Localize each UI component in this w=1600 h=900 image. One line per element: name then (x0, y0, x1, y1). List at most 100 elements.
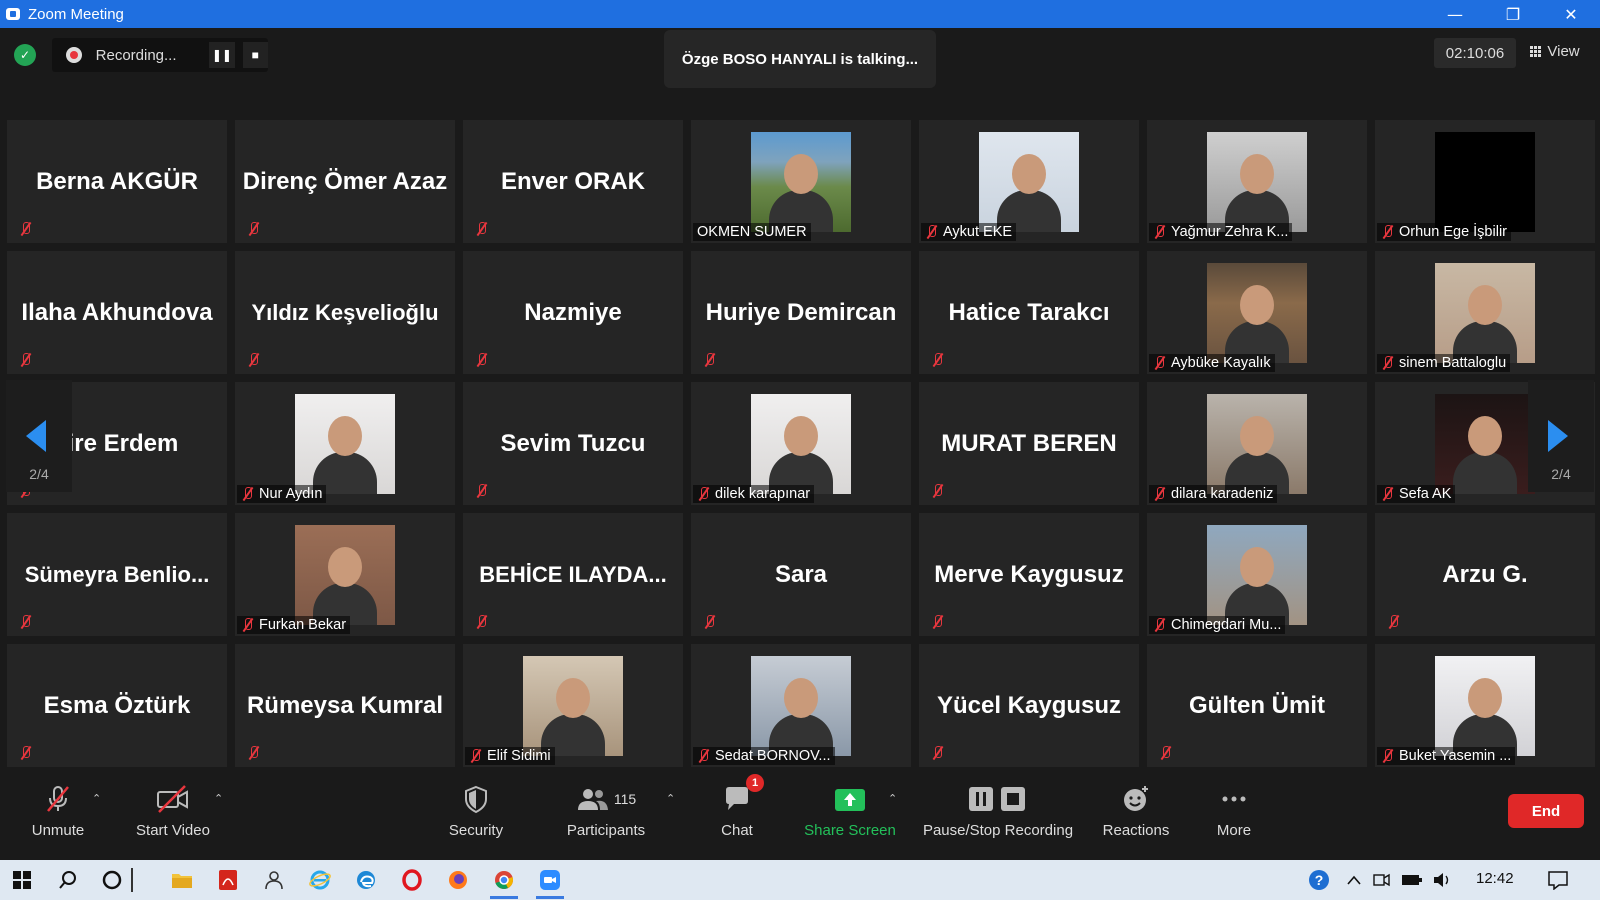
video-options-caret[interactable]: ⌃ (208, 770, 232, 860)
volume-icon[interactable] (1422, 864, 1462, 896)
participant-tile[interactable]: Direnç Ömer Azaz (235, 120, 455, 243)
participant-tile[interactable]: OKMEN SUMER (691, 120, 911, 243)
participant-tile[interactable]: Arzu G. (1375, 513, 1595, 636)
participant-tile[interactable]: Nur Aydın (235, 382, 455, 505)
windows-start-icon[interactable] (2, 864, 42, 896)
participant-name-display: Merve Kaygusuz (934, 560, 1124, 588)
muted-mic-icon (245, 221, 261, 237)
audio-options-caret[interactable]: ⌃ (86, 770, 110, 860)
participant-video-thumbnail (751, 656, 851, 756)
pause-recording-button[interactable]: ❚❚ (209, 42, 235, 68)
arrow-right-icon (1548, 420, 1568, 452)
participant-tile[interactable]: Huriye Demircan (691, 251, 911, 374)
firefox-browser-icon[interactable] (438, 864, 478, 896)
participant-tile[interactable]: Sara (691, 513, 911, 636)
previous-page-button[interactable]: 2/4 (6, 380, 72, 492)
participant-tile[interactable]: Ilaha Akhundova (7, 251, 227, 374)
participant-tile[interactable]: Rümeysa Kumral (235, 644, 455, 767)
reactions-button[interactable]: Reactions (1096, 770, 1176, 860)
participants-options-caret[interactable]: ⌃ (660, 770, 684, 860)
file-explorer-icon[interactable] (162, 864, 202, 896)
participant-tile[interactable]: Furkan Bekar (235, 513, 455, 636)
muted-mic-icon (929, 745, 945, 761)
muted-mic-icon (929, 483, 945, 499)
participant-name-display: Arzu G. (1442, 560, 1528, 588)
muted-mic-icon (695, 486, 711, 502)
participant-tile[interactable]: Yıldız Keşvelioğlu (235, 251, 455, 374)
participants-button[interactable]: 115 Participants (556, 770, 656, 860)
participant-name: Aybüke Kayalık (1171, 355, 1271, 371)
participant-tile[interactable]: Merve Kaygusuz (919, 513, 1139, 636)
participant-tile[interactable]: Nazmiye (463, 251, 683, 374)
participant-tile[interactable]: Aykut EKE (919, 120, 1139, 243)
internet-explorer-icon[interactable] (300, 864, 340, 896)
participant-tile[interactable]: Esma Öztürk (7, 644, 227, 767)
people-app-icon[interactable] (254, 864, 294, 896)
person-head-shape (1240, 547, 1274, 587)
acrobat-reader-icon[interactable] (208, 864, 248, 896)
participant-tile[interactable]: Orhun Ege İşbilir (1375, 120, 1595, 243)
participant-tile[interactable]: BEHİCE ILAYDA... (463, 513, 683, 636)
muted-mic-icon (1151, 224, 1167, 240)
pause-stop-recording-button[interactable]: Pause/Stop Recording (918, 770, 1078, 860)
participant-tile[interactable]: Berna AKGÜR (7, 120, 227, 243)
search-icon[interactable] (48, 864, 88, 896)
participant-video-thumbnail (1435, 656, 1535, 756)
participant-tile[interactable]: dilek karapınar (691, 382, 911, 505)
participant-tile[interactable]: Aybüke Kayalık (1147, 251, 1367, 374)
muted-mic-icon (1379, 355, 1395, 371)
start-video-button[interactable]: Start Video (130, 770, 216, 860)
minimize-button[interactable]: — (1426, 0, 1484, 28)
window-title: Zoom Meeting (28, 5, 124, 23)
chat-button[interactable]: 1 Chat (712, 770, 764, 860)
participant-tile[interactable]: Sümeyra Benlio... (7, 513, 227, 636)
person-head-shape (328, 416, 362, 456)
participant-tile[interactable]: Sedat BORNOV... (691, 644, 911, 767)
muted-mic-icon (929, 614, 945, 630)
chrome-browser-icon[interactable] (484, 864, 524, 899)
participant-name-display: Huriye Demircan (705, 298, 897, 326)
participant-tile[interactable]: Yücel Kaygusuz (919, 644, 1139, 767)
participant-tile[interactable]: sinem Battaloglu (1375, 251, 1595, 374)
participant-tile[interactable]: Yağmur Zehra K... (1147, 120, 1367, 243)
unmute-button[interactable]: Unmute (22, 770, 94, 860)
participants-label: Participants (566, 822, 646, 839)
participant-name-display: Sara (774, 560, 828, 588)
system-clock[interactable]: 12:42 (1476, 870, 1514, 887)
participant-tile[interactable]: Enver ORAK (463, 120, 683, 243)
participant-nameplate: dilek karapınar (693, 485, 815, 503)
zoom-taskbar-icon[interactable] (530, 864, 570, 899)
end-meeting-button[interactable]: End (1508, 794, 1584, 828)
participant-name-display: Gülten Ümit (1189, 691, 1325, 719)
participant-nameplate: Aykut EKE (921, 223, 1017, 241)
participant-name: dilek karapınar (715, 486, 811, 502)
more-button[interactable]: More (1206, 770, 1262, 860)
participant-video-thumbnail (295, 525, 395, 625)
participant-tile[interactable]: Hatice Tarakcı (919, 251, 1139, 374)
person-head-shape (328, 547, 362, 587)
participant-tile[interactable]: Elif Sidimi (463, 644, 683, 767)
participant-tile[interactable]: MURAT BEREN (919, 382, 1139, 505)
opera-browser-icon[interactable] (392, 864, 432, 896)
view-button[interactable]: View (1522, 36, 1588, 66)
security-button[interactable]: Security (440, 770, 512, 860)
participant-tile[interactable]: Chimegdari Mu... (1147, 513, 1367, 636)
next-page-button[interactable]: 2/4 (1528, 380, 1594, 492)
chat-bubble-icon: 1 (722, 774, 764, 814)
participant-video-thumbnail (751, 132, 851, 232)
participant-tile[interactable]: Sevim Tuzcu (463, 382, 683, 505)
participants-icon: 115 (576, 784, 636, 814)
close-button[interactable]: ✕ (1542, 0, 1600, 28)
restore-button[interactable]: ❐ (1484, 0, 1542, 28)
participant-tile[interactable]: dilara karadeniz (1147, 382, 1367, 505)
edge-browser-icon[interactable] (346, 864, 386, 896)
participant-name: Elif Sidimi (487, 748, 551, 764)
share-options-caret[interactable]: ⌃ (882, 770, 906, 860)
stop-recording-button[interactable]: ■ (242, 42, 268, 68)
notification-center-icon[interactable] (1538, 864, 1578, 896)
participants-count: 115 (613, 791, 637, 807)
participant-tile[interactable]: Gülten Ümit (1147, 644, 1367, 767)
encryption-shield-icon[interactable]: ✓ (14, 44, 36, 66)
muted-mic-icon (1151, 486, 1167, 502)
participant-tile[interactable]: Buket Yasemin ... (1375, 644, 1595, 767)
